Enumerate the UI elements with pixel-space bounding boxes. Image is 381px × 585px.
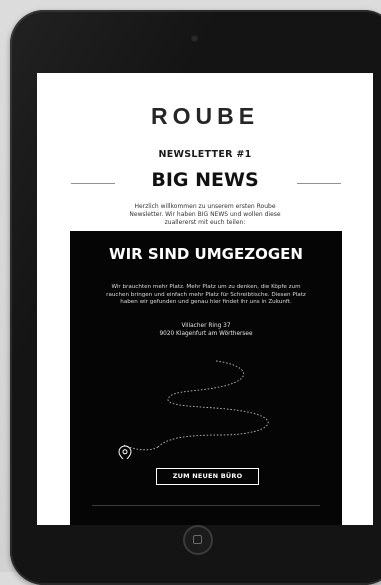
home-button[interactable] <box>183 525 213 555</box>
address-line-2: 9020 Klagenfurt am Wörthersee <box>159 330 253 337</box>
address-block: Villacher Ring 37 9020 Klagenfurt am Wör… <box>70 323 342 338</box>
home-button-icon <box>193 535 202 544</box>
tablet-device: ROUBE NEWSLETTER #1 BIG NEWS Herzlich wi… <box>10 10 381 585</box>
intro-text: Herzlich willkommen zu unserem ersten Ro… <box>129 203 281 226</box>
roube-logo: ROUBE <box>150 103 260 129</box>
moved-section: WIR SIND UMGEZOGEN Wir brauchten mehr Pl… <box>70 231 342 525</box>
front-camera <box>192 36 197 41</box>
headline-divider-right <box>297 183 341 184</box>
newsletter-headline: BIG NEWS <box>151 169 259 191</box>
address-line-1: Villacher Ring 37 <box>181 323 231 329</box>
moved-title: WIR SIND UMGEZOGEN <box>109 245 303 263</box>
route-path <box>123 360 269 451</box>
footer-divider <box>92 505 320 506</box>
moved-body: Wir brauchten mehr Platz. Mehr Platz um … <box>106 284 306 305</box>
newsletter-label: NEWSLETTER #1 <box>158 149 252 160</box>
newsletter-screen: ROUBE NEWSLETTER #1 BIG NEWS Herzlich wi… <box>37 73 373 525</box>
route-map <box>118 360 269 459</box>
new-office-button[interactable]: ZUM NEUEN BÜRO <box>156 468 259 485</box>
location-pin-icon <box>118 445 132 459</box>
